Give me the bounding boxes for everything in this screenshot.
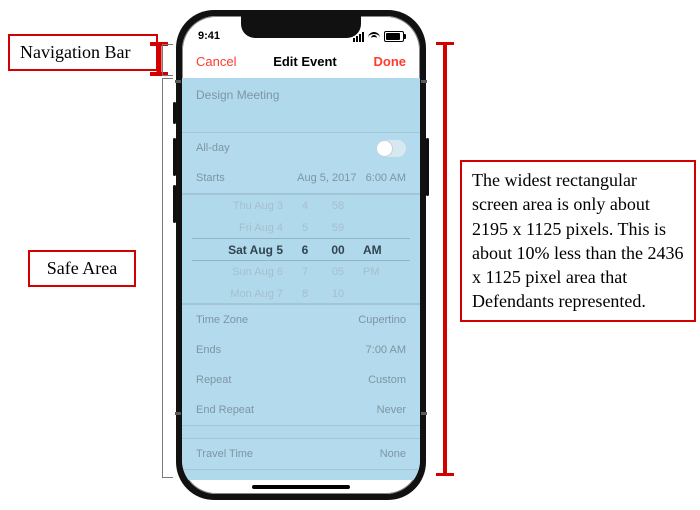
callout-navigation-bar: Navigation Bar [8, 34, 158, 71]
phone-frame: 9:41 Cancel Edit Event Done Design Meeti… [176, 10, 426, 500]
timezone-row[interactable]: Time Zone Cupertino [182, 305, 420, 335]
all-day-toggle[interactable] [376, 140, 406, 157]
callout-right-text: The widest rectangular screen area is on… [460, 160, 696, 322]
ends-label: Ends [196, 344, 221, 356]
ends-value: 7:00 AM [366, 344, 406, 356]
all-day-row[interactable]: All-day [182, 133, 420, 163]
starts-row[interactable]: Starts Aug 5, 2017 6:00 AM [182, 163, 420, 193]
callout-navigation-bar-text: Navigation Bar [20, 42, 130, 62]
callout-safe-area: Safe Area [28, 250, 136, 287]
safe-area: Design Meeting All-day Starts Aug 5, 201… [182, 78, 420, 480]
status-time: 9:41 [198, 30, 220, 42]
timezone-value: Cupertino [358, 314, 406, 326]
end-repeat-value: Never [377, 404, 406, 416]
ends-row[interactable]: Ends 7:00 AM [182, 335, 420, 365]
figure: Navigation Bar Safe Area The widest rect… [0, 0, 700, 510]
page-title: Edit Event [273, 54, 337, 69]
callout-right-text-body: The widest rectangular screen area is on… [472, 170, 683, 311]
repeat-value: Custom [368, 374, 406, 386]
timezone-label: Time Zone [196, 314, 248, 326]
wifi-icon [368, 32, 380, 41]
home-indicator[interactable] [252, 485, 350, 489]
nav-bracket [162, 44, 173, 76]
callout-safe-area-text: Safe Area [47, 258, 117, 278]
battery-icon [384, 31, 404, 42]
date-picker-selected: Sat Aug 5600AM [182, 239, 420, 261]
navigation-bar: Cancel Edit Event Done [182, 44, 420, 78]
date-picker[interactable]: Thu Aug 3458 Fri Aug 4559 Sat Aug 5600AM… [182, 194, 420, 304]
travel-time-value: None [380, 448, 406, 460]
repeat-row[interactable]: Repeat Custom [182, 365, 420, 395]
starts-label: Starts [196, 172, 225, 184]
phone-screen: 9:41 Cancel Edit Event Done Design Meeti… [182, 16, 420, 494]
right-ibeam-marker [436, 42, 454, 476]
cancel-button[interactable]: Cancel [196, 54, 236, 69]
done-button[interactable]: Done [373, 54, 406, 69]
end-repeat-row[interactable]: End Repeat Never [182, 395, 420, 425]
travel-time-label: Travel Time [196, 448, 253, 460]
repeat-label: Repeat [196, 374, 231, 386]
notch [241, 16, 361, 38]
event-title-field[interactable]: Design Meeting [182, 78, 420, 120]
all-day-label: All-day [196, 142, 230, 154]
starts-date: Aug 5, 2017 [297, 172, 356, 184]
starts-time: 6:00 AM [366, 172, 406, 184]
safe-area-bracket [162, 78, 173, 478]
travel-time-row[interactable]: Travel Time None [182, 439, 420, 469]
end-repeat-label: End Repeat [196, 404, 254, 416]
